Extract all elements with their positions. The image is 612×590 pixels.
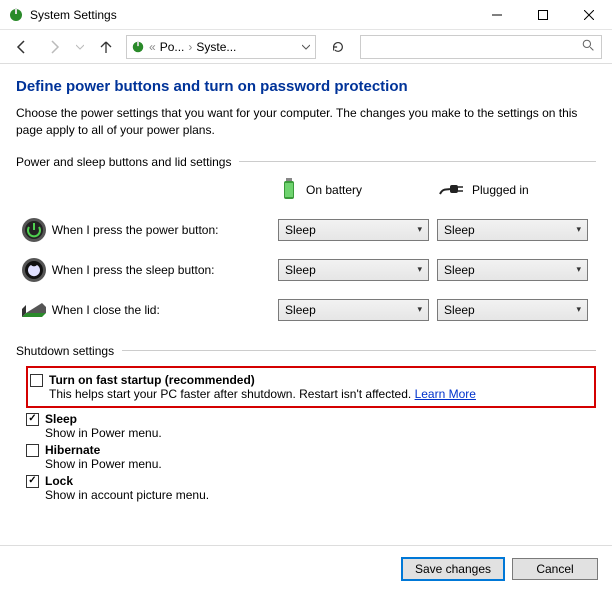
page-title: Define power buttons and turn on passwor… (16, 78, 596, 95)
checkbox-icon[interactable] (26, 444, 39, 457)
section-shutdown-label: Shutdown settings (16, 344, 114, 358)
breadcrumb-item-1[interactable]: Po... (160, 40, 185, 54)
row-power-button-label: When I press the power button: (52, 223, 278, 237)
shutdown-settings-list: Turn on fast startup (recommended) This … (16, 366, 596, 502)
maximize-button[interactable] (520, 0, 566, 30)
sleep-button-battery-select[interactable]: Sleep▾ (278, 259, 429, 281)
checkbox-fast-startup[interactable]: Turn on fast startup (recommended) This … (30, 373, 588, 401)
power-button-icon (16, 217, 52, 243)
battery-icon (280, 177, 298, 204)
breadcrumb-item-2[interactable]: Syste... (196, 40, 236, 54)
close-lid-battery-select[interactable]: Sleep▾ (278, 299, 429, 321)
search-input[interactable] (360, 35, 602, 59)
section-power-sleep-label: Power and sleep buttons and lid settings (16, 155, 231, 169)
app-icon (8, 7, 24, 23)
power-button-battery-select[interactable]: Sleep▾ (278, 219, 429, 241)
breadcrumb-sep: « (149, 40, 156, 54)
row-sleep-button: When I press the sleep button: Sleep▾ Sl… (16, 250, 596, 290)
chevron-down-icon: ▾ (418, 304, 423, 315)
save-button[interactable]: Save changes (402, 558, 504, 580)
cancel-button[interactable]: Cancel (512, 558, 598, 580)
learn-more-link[interactable]: Learn More (415, 387, 476, 401)
minimize-button[interactable] (474, 0, 520, 30)
highlight-fast-startup: Turn on fast startup (recommended) This … (26, 366, 596, 408)
checkbox-icon[interactable] (26, 475, 39, 488)
checkbox-icon[interactable] (30, 374, 43, 387)
checkbox-hibernate[interactable]: Hibernate Show in Power menu. (26, 443, 596, 471)
close-button[interactable] (566, 0, 612, 30)
chevron-down-icon: ▾ (576, 304, 581, 315)
col-plugged: Plugged in (438, 180, 596, 201)
row-close-lid: When I close the lid: Sleep▾ Sleep▾ (16, 290, 596, 330)
up-button[interactable] (94, 35, 118, 59)
chevron-right-icon: › (188, 40, 192, 54)
column-headers: On battery Plugged in (16, 177, 596, 204)
power-plan-icon (131, 40, 145, 54)
checkbox-icon[interactable] (26, 413, 39, 426)
lid-icon (16, 299, 52, 321)
forward-button[interactable] (42, 35, 66, 59)
section-shutdown-header: Shutdown settings (16, 344, 596, 358)
power-button-plugged-select[interactable]: Sleep▾ (437, 219, 588, 241)
back-button[interactable] (10, 35, 34, 59)
checkbox-lock[interactable]: Lock Show in account picture menu. (26, 474, 596, 502)
toolbar: « Po... › Syste... (0, 30, 612, 64)
chevron-down-icon: ▾ (418, 264, 423, 275)
search-icon (582, 39, 595, 55)
window-controls (474, 0, 612, 30)
button-bar: Save changes Cancel (402, 558, 598, 580)
chevron-down-icon: ▾ (576, 264, 581, 275)
recent-dropdown[interactable] (74, 35, 86, 59)
plug-icon (438, 180, 464, 201)
sleep-button-icon (16, 257, 52, 283)
checkbox-sleep[interactable]: Sleep Show in Power menu. (26, 412, 596, 440)
content: Define power buttons and turn on passwor… (0, 64, 612, 515)
row-sleep-button-label: When I press the sleep button: (52, 263, 278, 277)
row-power-button: When I press the power button: Sleep▾ Sl… (16, 210, 596, 250)
row-close-lid-label: When I close the lid: (52, 303, 278, 317)
refresh-button[interactable] (324, 35, 352, 59)
breadcrumb-dropdown[interactable] (301, 40, 311, 54)
chevron-down-icon: ▾ (576, 224, 581, 235)
sleep-button-plugged-select[interactable]: Sleep▾ (437, 259, 588, 281)
col-battery: On battery (280, 177, 438, 204)
breadcrumb[interactable]: « Po... › Syste... (126, 35, 316, 59)
page-description: Choose the power settings that you want … (16, 105, 596, 139)
window-title: System Settings (30, 8, 117, 22)
section-power-sleep-header: Power and sleep buttons and lid settings (16, 155, 596, 169)
close-lid-plugged-select[interactable]: Sleep▾ (437, 299, 588, 321)
chevron-down-icon: ▾ (418, 224, 423, 235)
titlebar: System Settings (0, 0, 612, 30)
